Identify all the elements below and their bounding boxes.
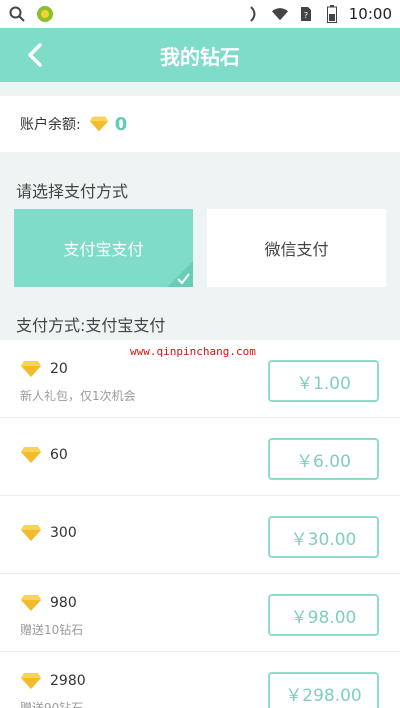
package-diamonds: 980 — [50, 595, 77, 611]
package-diamonds: 300 — [50, 525, 77, 541]
balance-value: 0 — [114, 113, 128, 135]
package-diamonds: 2980 — [50, 673, 86, 689]
wechat-pay-option-label: 微信支付 — [264, 240, 329, 259]
balance-row: 账户余额: 0 — [0, 96, 400, 152]
payment-section-title: 请选择支付方式 — [16, 182, 129, 201]
app-bar: 我的钻石 — [0, 28, 400, 82]
diamond-icon — [21, 361, 41, 377]
back-button[interactable] — [18, 38, 52, 72]
list-item: 60 ￥6.00 — [0, 418, 400, 496]
package-diamonds: 60 — [50, 447, 68, 463]
package-note: 新人礼包，仅1次机会 — [20, 389, 136, 403]
price-button[interactable]: ￥298.00 — [268, 672, 379, 708]
diamond-icon — [21, 447, 41, 463]
list-item: 980 赠送10钻石 ￥98.00 — [0, 574, 400, 652]
back-arrow-icon — [28, 43, 42, 67]
price-button[interactable]: ￥1.00 — [268, 360, 379, 402]
wechat-pay-option[interactable]: 微信支付 — [207, 209, 386, 287]
watermark: www.qinpinchang.com — [130, 345, 256, 358]
app-icon — [36, 5, 54, 23]
status-bar: ? 10:00 — [0, 0, 400, 28]
package-diamonds: 20 — [50, 361, 68, 377]
diamond-icon — [89, 116, 108, 132]
status-time: 10:00 — [348, 5, 392, 23]
package-note: 赠送10钻石 — [20, 623, 84, 637]
diamond-package-list: 20 新人礼包，仅1次机会 ￥1.00 60 ￥6.00 300 ￥30.00 … — [0, 340, 400, 708]
diamond-icon — [21, 673, 41, 689]
sim-icon: ? — [297, 5, 315, 23]
wifi-icon — [271, 5, 289, 23]
search-icon — [8, 5, 26, 23]
check-icon — [167, 261, 193, 287]
battery-icon — [323, 5, 341, 23]
price-button[interactable]: ￥30.00 — [268, 516, 379, 558]
nfc-icon — [245, 5, 263, 23]
list-item: 2980 赠送90钻石 ￥298.00 — [0, 652, 400, 708]
current-payment-method: 支付方式:支付宝支付 — [16, 316, 166, 335]
page-title: 我的钻石 — [160, 44, 240, 69]
price-button[interactable]: ￥98.00 — [268, 594, 379, 636]
diamond-icon — [21, 595, 41, 611]
alipay-option-label: 支付宝支付 — [63, 240, 144, 259]
balance-label: 账户余额: — [20, 117, 81, 133]
alipay-option[interactable]: 支付宝支付 — [14, 209, 193, 287]
list-item: 300 ￥30.00 — [0, 496, 400, 574]
diamond-icon — [21, 525, 41, 541]
package-note: 赠送90钻石 — [20, 701, 84, 708]
payment-options: 支付宝支付 微信支付 — [14, 209, 386, 287]
price-button[interactable]: ￥6.00 — [268, 438, 379, 480]
svg-text:?: ? — [304, 11, 308, 20]
